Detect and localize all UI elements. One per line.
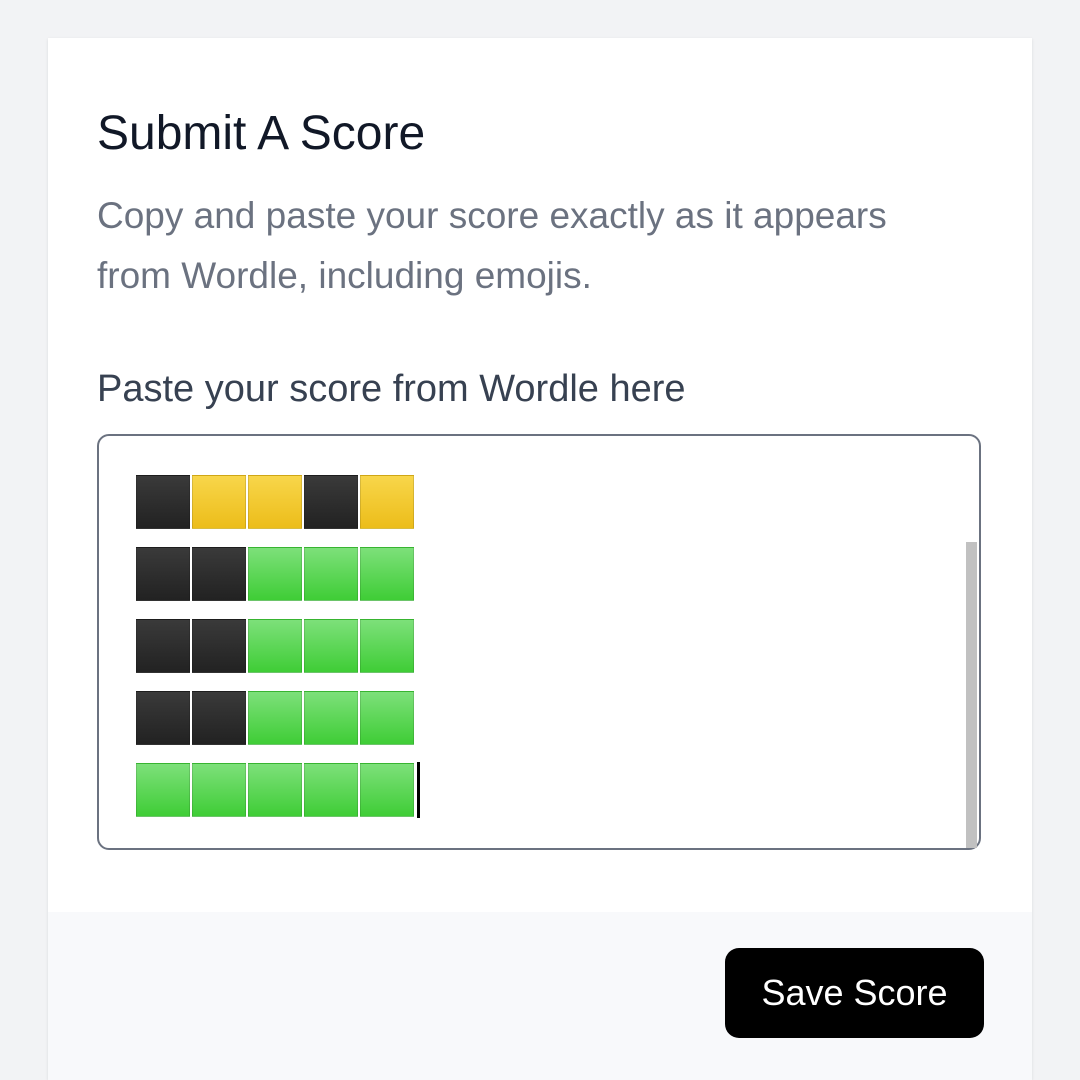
score-row	[136, 619, 414, 673]
score-row	[136, 547, 414, 601]
score-row	[136, 691, 414, 745]
black-square-icon	[192, 691, 246, 745]
green-square-icon	[248, 619, 302, 673]
black-square-icon	[136, 547, 190, 601]
green-square-icon	[136, 763, 190, 817]
score-row	[136, 763, 414, 817]
green-square-icon	[248, 763, 302, 817]
green-square-icon	[304, 691, 358, 745]
black-square-icon	[192, 619, 246, 673]
score-field-label: Paste your score from Wordle here	[97, 368, 686, 410]
green-square-icon	[248, 547, 302, 601]
black-square-icon	[136, 691, 190, 745]
textarea-scrollbar[interactable]	[966, 542, 977, 848]
yellow-square-icon	[360, 475, 414, 529]
green-square-icon	[360, 619, 414, 673]
page-title: Submit A Score	[97, 107, 426, 160]
green-square-icon	[304, 547, 358, 601]
black-square-icon	[136, 475, 190, 529]
black-square-icon	[192, 547, 246, 601]
text-caret	[417, 762, 420, 818]
card-footer: Save Score	[48, 912, 1032, 1080]
save-score-button[interactable]: Save Score	[725, 948, 984, 1038]
black-square-icon	[304, 475, 358, 529]
score-textarea[interactable]	[97, 434, 981, 850]
yellow-square-icon	[192, 475, 246, 529]
green-square-icon	[192, 763, 246, 817]
yellow-square-icon	[248, 475, 302, 529]
description-text: Copy and paste your score exactly as it …	[97, 195, 887, 296]
score-row	[136, 475, 414, 529]
submit-score-card: Submit A Score Copy and paste your score…	[48, 38, 1032, 1080]
green-square-icon	[304, 619, 358, 673]
green-square-icon	[360, 763, 414, 817]
green-square-icon	[248, 691, 302, 745]
black-square-icon	[136, 619, 190, 673]
green-square-icon	[360, 547, 414, 601]
score-emoji-grid	[136, 475, 414, 817]
green-square-icon	[360, 691, 414, 745]
green-square-icon	[304, 763, 358, 817]
